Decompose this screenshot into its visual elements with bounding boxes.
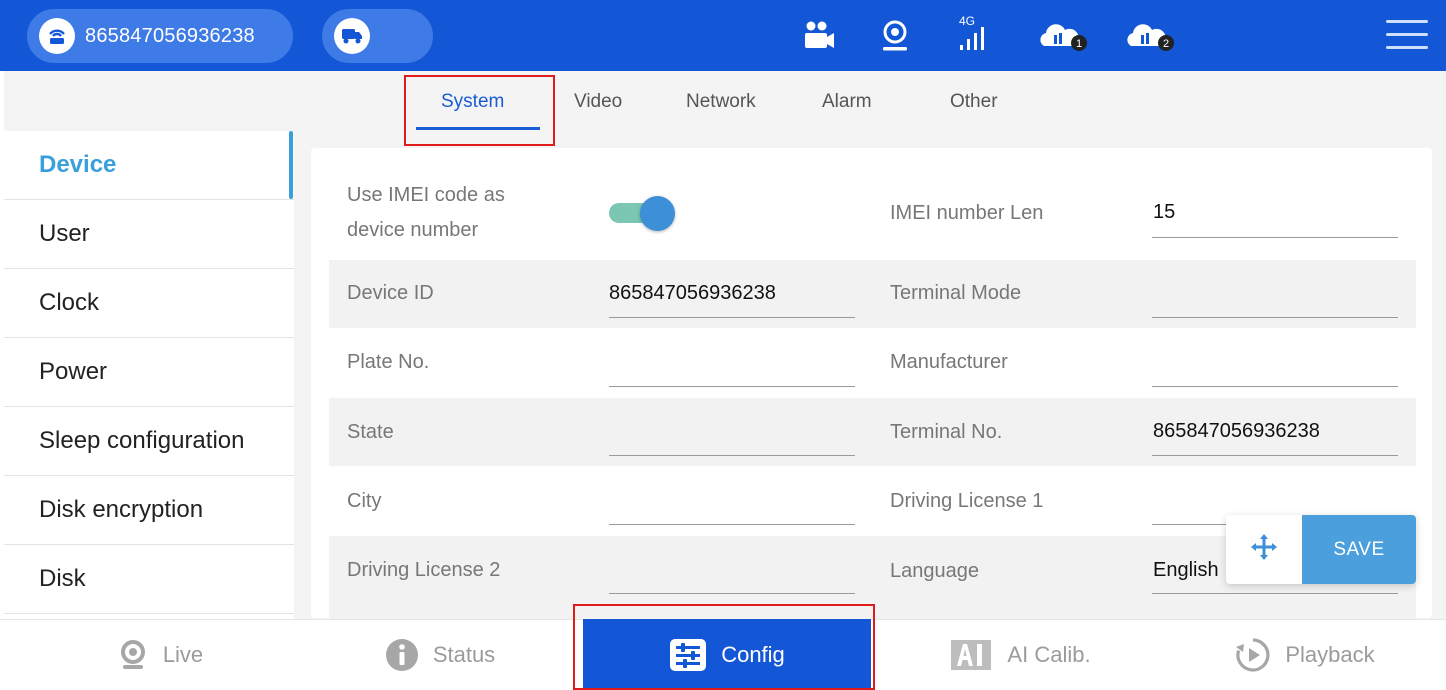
live-camera-icon xyxy=(117,639,149,671)
top-bar: 865847056936238 4G 1 2 xyxy=(0,0,1446,71)
terminal-mode-underline xyxy=(1152,317,1398,318)
sidebar-item-power[interactable]: Power xyxy=(4,338,294,407)
terminal-no-label: Terminal No. xyxy=(890,421,1003,443)
city-label: City xyxy=(347,490,382,512)
cloud-server-1-icon[interactable]: 1 xyxy=(1038,16,1094,56)
move-icon xyxy=(1249,532,1279,567)
device-id-label: Device ID xyxy=(347,282,434,304)
sidebar-item-user[interactable]: User xyxy=(4,200,294,269)
cloud-badge-1: 1 xyxy=(1076,38,1082,50)
move-panel-button[interactable] xyxy=(1226,515,1302,584)
manufacturer-underline xyxy=(1152,386,1398,387)
save-button[interactable]: SAVE xyxy=(1302,515,1416,584)
sidebar-item-disk[interactable]: Disk xyxy=(4,545,294,614)
nav-playback-label: Playback xyxy=(1285,641,1375,667)
sidebar-item-label: User xyxy=(39,220,90,247)
nav-playback[interactable]: Playback xyxy=(1210,619,1400,690)
plate-no-label: Plate No. xyxy=(347,351,430,373)
info-icon xyxy=(385,638,419,672)
sidebar-active-indicator xyxy=(289,131,293,199)
imei-len-input[interactable]: 15 xyxy=(1153,201,1175,224)
device-id-input[interactable]: 865847056936238 xyxy=(609,282,776,305)
tab-video[interactable]: Video xyxy=(574,91,622,113)
sidebar: Device User Clock Power Sleep configurat… xyxy=(4,131,294,619)
imei-len-underline xyxy=(1152,237,1398,238)
sidebar-item-label: Disk encryption xyxy=(39,496,204,523)
sidebar-item-clock[interactable]: Clock xyxy=(4,269,294,338)
ai-chip-icon xyxy=(949,638,993,672)
tab-network[interactable]: Network xyxy=(686,91,756,113)
camera-group-icon[interactable] xyxy=(800,16,838,56)
tab-alarm[interactable]: Alarm xyxy=(822,91,872,113)
sidebar-item-label: Device xyxy=(39,151,117,178)
driving-license-2-label: Driving License 2 xyxy=(347,559,501,581)
terminal-no-input[interactable]: 865847056936238 xyxy=(1153,420,1320,443)
network-type-label: 4G xyxy=(959,14,975,28)
state-underline xyxy=(609,455,855,456)
tab-other[interactable]: Other xyxy=(950,91,998,113)
driving-license-1-label: Driving License 1 xyxy=(890,490,1044,512)
sidebar-item-label: Clock xyxy=(39,289,100,316)
device-selector[interactable]: 865847056936238 xyxy=(27,9,293,63)
signal-4g-icon: 4G xyxy=(954,14,994,54)
menu-icon[interactable] xyxy=(1386,20,1428,52)
driving-license-2-underline xyxy=(609,593,855,594)
city-underline xyxy=(609,524,855,525)
highlight-box-tab xyxy=(404,75,555,146)
sidebar-item-disk-encryption[interactable]: Disk encryption xyxy=(4,476,294,545)
device-id-underline xyxy=(609,317,855,318)
cloud-badge-2: 2 xyxy=(1163,38,1169,50)
sidebar-item-label: Sleep configuration xyxy=(39,427,245,454)
imei-len-label: IMEI number Len xyxy=(890,202,1044,224)
state-label: State xyxy=(347,421,394,443)
cloud-server-2-icon[interactable]: 2 xyxy=(1125,16,1181,56)
location-icon[interactable] xyxy=(877,16,913,56)
sidebar-item-label: Power xyxy=(39,358,108,385)
nav-ai-calib[interactable]: AI Calib. xyxy=(930,619,1110,690)
router-icon xyxy=(39,18,75,54)
sidebar-item-sleep-configuration[interactable]: Sleep configuration xyxy=(4,407,294,476)
nav-status-label: Status xyxy=(432,641,496,667)
imei-toggle-label-line2: device number xyxy=(347,219,479,241)
nav-live[interactable]: Live xyxy=(80,619,240,690)
language-select[interactable]: English xyxy=(1153,559,1219,582)
sidebar-header-bg xyxy=(4,71,294,131)
terminal-mode-label: Terminal Mode xyxy=(890,282,1022,304)
imei-toggle-knob[interactable] xyxy=(640,196,675,231)
language-label: Language xyxy=(890,560,979,582)
plate-no-underline xyxy=(609,386,855,387)
highlight-box-config xyxy=(573,604,875,690)
vehicle-button[interactable] xyxy=(322,9,433,63)
device-imei: 865847056936238 xyxy=(85,24,255,47)
terminal-no-underline xyxy=(1152,455,1398,456)
nav-status[interactable]: Status xyxy=(360,619,520,690)
truck-icon xyxy=(334,18,370,54)
nav-ai-calib-label: AI Calib. xyxy=(1007,641,1091,667)
nav-live-label: Live xyxy=(162,641,204,667)
sidebar-item-device[interactable]: Device xyxy=(4,131,294,200)
playback-icon xyxy=(1235,637,1271,673)
sidebar-item-label: Disk xyxy=(39,565,86,592)
imei-toggle-label: Use IMEI code as xyxy=(347,184,505,206)
manufacturer-label: Manufacturer xyxy=(890,351,1008,373)
language-underline xyxy=(1152,593,1398,594)
